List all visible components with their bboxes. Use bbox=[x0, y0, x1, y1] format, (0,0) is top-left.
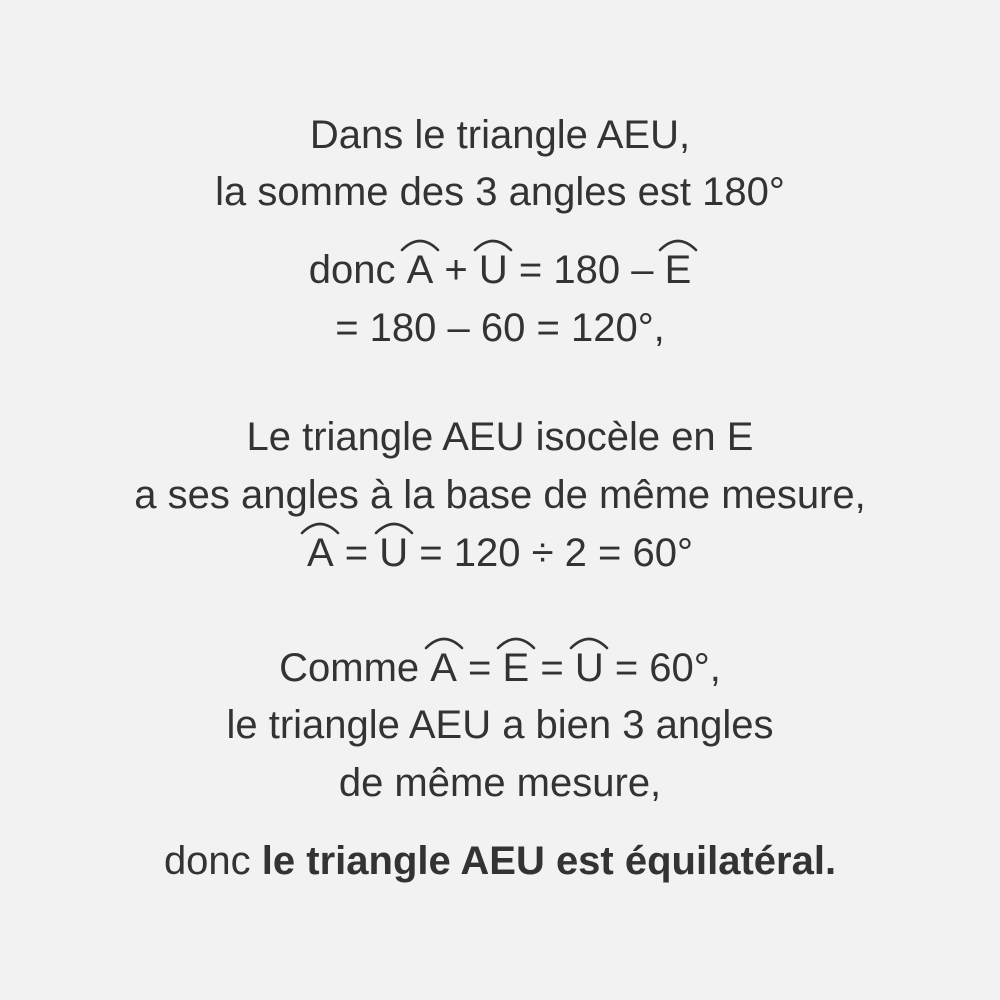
text-line: a ses angles à la base de même mesure, bbox=[134, 473, 866, 517]
hat-arc bbox=[400, 239, 440, 252]
text-line: Le triangle AEU isocèle en E bbox=[246, 415, 754, 459]
angle-u: U bbox=[374, 522, 414, 573]
text-fragment: donc bbox=[163, 839, 262, 883]
angle-e: E bbox=[658, 239, 698, 290]
angle-a: A bbox=[301, 522, 340, 573]
text-line: = 180 – 60 = 120°, bbox=[335, 306, 665, 350]
text-fragment: = 120 ÷ 2 = 60° bbox=[408, 531, 693, 575]
angle-e: E bbox=[496, 637, 536, 688]
angle-a: A bbox=[400, 239, 440, 290]
operator: = bbox=[529, 646, 575, 690]
math-line: donc A + U = 180 – E bbox=[0, 239, 1000, 294]
conclusion-emphasis: le triangle AEU est équilatéral. bbox=[261, 839, 837, 883]
conclusion-line: donc le triangle AEU est équilatéral. bbox=[0, 837, 1000, 885]
text-line: Dans le triangle AEU, bbox=[309, 113, 691, 157]
operator: = bbox=[333, 531, 380, 575]
text-line: le triangle AEU a bien 3 angles bbox=[226, 703, 774, 747]
angle-u: U bbox=[569, 637, 609, 688]
text-fragment: Comme bbox=[279, 646, 431, 690]
angle-a: A bbox=[424, 637, 463, 688]
hat-arc bbox=[374, 522, 414, 535]
angle-u: U bbox=[474, 239, 513, 290]
hat-arc bbox=[474, 239, 513, 252]
hat-arc bbox=[658, 239, 698, 252]
text-fragment: = 180 – bbox=[507, 248, 665, 292]
math-line: A = U = 120 ÷ 2 = 60° bbox=[0, 522, 1000, 577]
text-fragment: donc bbox=[308, 248, 407, 292]
text-line: de même mesure, bbox=[338, 761, 662, 805]
hat-arc bbox=[496, 637, 536, 650]
hat-arc bbox=[301, 522, 340, 535]
operator: = bbox=[456, 646, 503, 690]
hat-arc bbox=[569, 637, 609, 650]
hat-arc bbox=[424, 637, 463, 650]
text-fragment: = 60°, bbox=[603, 646, 721, 690]
operator: + bbox=[433, 248, 479, 292]
text-line: la somme des 3 angles est 180° bbox=[215, 170, 785, 214]
math-line: Comme A = E = U = 60°, bbox=[0, 637, 1000, 692]
